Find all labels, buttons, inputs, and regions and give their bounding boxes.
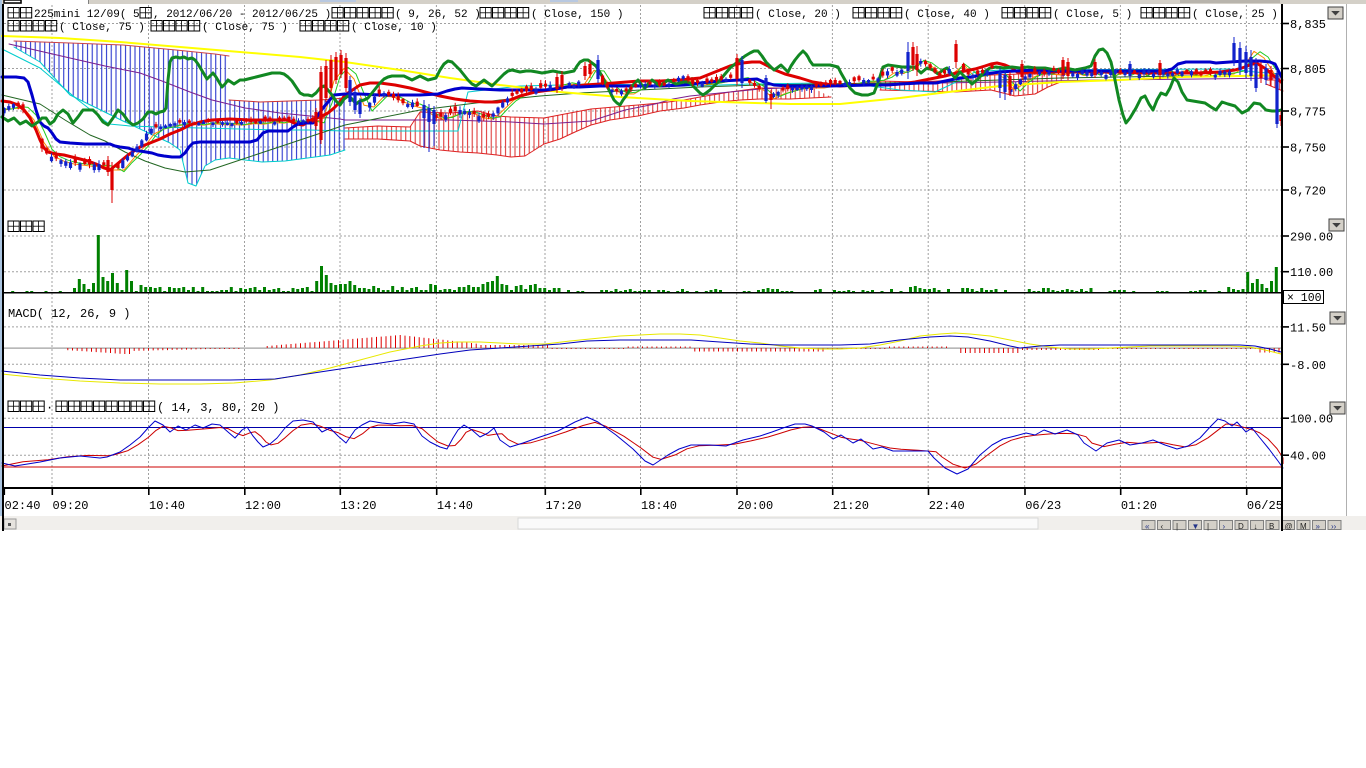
svg-text:▼: ▼: [1192, 522, 1200, 531]
svg-text:14:40: 14:40: [437, 499, 473, 513]
svg-text:09:20: 09:20: [53, 499, 89, 513]
svg-text:06/25: 06/25: [1247, 499, 1283, 513]
svg-text:13:20: 13:20: [341, 499, 377, 513]
svg-text:M: M: [1300, 522, 1307, 531]
svg-text:↓: ↓: [1254, 522, 1258, 531]
svg-text:110.00: 110.00: [1290, 266, 1333, 280]
svg-text:|: |: [1207, 522, 1209, 531]
svg-text:06/23: 06/23: [1025, 499, 1061, 513]
svg-text:›: ›: [1223, 522, 1226, 531]
svg-text:, 2012/06/20 - 2012/06/25 ): , 2012/06/20 - 2012/06/25 ): [153, 9, 331, 21]
svg-text:·: ·: [46, 401, 53, 415]
svg-text:8,750: 8,750: [1290, 142, 1326, 156]
svg-text:( Close, 25 ): ( Close, 25 ): [1192, 9, 1278, 21]
svg-text:|: |: [1176, 522, 1178, 531]
svg-text:8,835: 8,835: [1290, 18, 1326, 32]
svg-text:40.00: 40.00: [1290, 450, 1326, 464]
svg-text:( Close, 20 ): ( Close, 20 ): [755, 9, 841, 21]
svg-text:@: @: [1285, 522, 1293, 531]
svg-text:( Close, 40 ): ( Close, 40 ): [904, 9, 990, 21]
svg-text:× 100: × 100: [1287, 292, 1322, 305]
svg-text:225mini 12/09( 5: 225mini 12/09( 5: [34, 9, 140, 21]
svg-text:‹: ‹: [1161, 522, 1164, 531]
svg-text:02:40: 02:40: [5, 499, 41, 513]
svg-text:( Close, 5 ): ( Close, 5 ): [1053, 9, 1132, 21]
svg-text:8,720: 8,720: [1290, 185, 1326, 199]
svg-text:››: ››: [1331, 522, 1337, 531]
svg-text:18:40: 18:40: [641, 499, 677, 513]
svg-text:( 14, 3, 80, 20 ): ( 14, 3, 80, 20 ): [157, 401, 279, 415]
svg-text:01:20: 01:20: [1121, 499, 1157, 513]
svg-text:10:40: 10:40: [149, 499, 185, 513]
svg-text:20:00: 20:00: [737, 499, 773, 513]
svg-text:»: »: [1316, 522, 1321, 531]
svg-text:17:20: 17:20: [546, 499, 582, 513]
svg-text:( Close, 10 ): ( Close, 10 ): [351, 22, 437, 34]
svg-text:( 9, 26, 52 ): ( 9, 26, 52 ): [395, 9, 481, 21]
svg-text:8,805: 8,805: [1290, 63, 1326, 77]
svg-text:«: «: [1145, 522, 1150, 531]
svg-text:( Close, 75 ): ( Close, 75 ): [59, 22, 145, 34]
svg-text:-8.00: -8.00: [1290, 359, 1326, 373]
svg-text:( Close, 150 ): ( Close, 150 ): [531, 9, 623, 21]
svg-text:21:20: 21:20: [833, 499, 869, 513]
svg-text:D: D: [1238, 522, 1244, 531]
svg-text:12:00: 12:00: [245, 499, 281, 513]
svg-text:290.00: 290.00: [1290, 231, 1333, 245]
svg-text:( Close, 75 ): ( Close, 75 ): [202, 22, 288, 34]
svg-text:MACD( 12, 26, 9 ): MACD( 12, 26, 9 ): [8, 307, 130, 321]
svg-text:11.50: 11.50: [1290, 321, 1326, 335]
svg-text:B: B: [1269, 522, 1274, 531]
svg-text:8,775: 8,775: [1290, 106, 1326, 120]
svg-text:100.00: 100.00: [1290, 413, 1333, 427]
svg-text:22:40: 22:40: [929, 499, 965, 513]
